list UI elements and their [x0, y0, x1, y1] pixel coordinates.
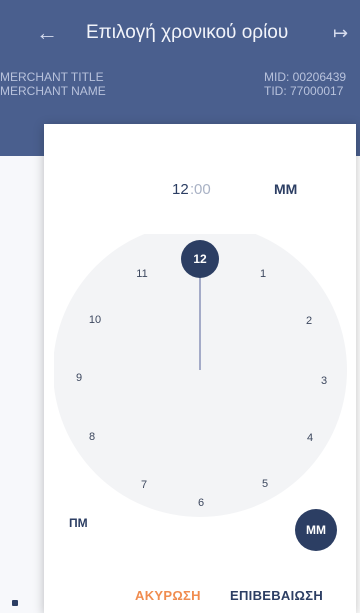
merchant-left: MERCHANT TITLE MERCHANT NAME [0, 70, 106, 98]
time-picker-dialog: 12 : 00 ΜΜ 12 1 2 3 4 5 6 7 8 9 10 11 ΠΜ… [44, 124, 356, 613]
confirm-button[interactable]: ΕΠΙΒΕΒΑΙΩΣΗ [230, 588, 323, 603]
clock-number-10[interactable]: 10 [89, 314, 101, 326]
clock-number-2[interactable]: 2 [306, 315, 312, 327]
clock-number-6[interactable]: 6 [198, 497, 204, 509]
toolbar: ← Επιλογή χρονικού ορίου ↦ [0, 0, 360, 64]
indicator-dot [12, 600, 18, 606]
hour-value[interactable]: 12 [172, 181, 189, 198]
clock-number-3[interactable]: 3 [321, 375, 327, 387]
clock-number-1[interactable]: 1 [260, 268, 266, 280]
clock-number-9[interactable]: 9 [76, 372, 82, 384]
merchant-name: MERCHANT NAME [0, 84, 106, 98]
clock-number-11[interactable]: 11 [136, 268, 147, 280]
merchant-ids: MID: 00206439 TID: 77000017 [264, 70, 346, 98]
clock-number-5[interactable]: 5 [262, 478, 268, 490]
minutes-value[interactable]: 00 [194, 181, 211, 198]
back-arrow-icon[interactable]: ← [36, 22, 58, 44]
merchant-mid: MID: 00206439 [264, 70, 347, 84]
pm-toggle[interactable]: ΠΜ [69, 516, 88, 530]
merchant-title: MERCHANT TITLE [0, 70, 104, 84]
merchant-info: MERCHANT TITLE MERCHANT NAME MID: 002064… [0, 70, 360, 110]
clock-number-12[interactable]: 12 [193, 252, 207, 266]
background-strip [0, 156, 44, 613]
exit-icon[interactable]: ↦ [333, 22, 348, 44]
am-toggle-selected[interactable]: ΜΜ [295, 509, 337, 551]
cancel-button[interactable]: ΑΚΥΡΩΣΗ [135, 588, 201, 603]
clock-number-8[interactable]: 8 [89, 431, 95, 443]
clock-dial[interactable]: 12 1 2 3 4 5 6 7 8 9 10 11 [54, 234, 354, 534]
merchant-tid: TID: 77000017 [264, 84, 344, 98]
period-indicator[interactable]: ΜΜ [274, 181, 297, 197]
time-display: 12 : 00 ΜΜ [44, 181, 356, 205]
clock-number-7[interactable]: 7 [141, 479, 147, 491]
clock-number-4[interactable]: 4 [307, 432, 313, 444]
page-title: Επιλογή χρονικού ορίου [86, 22, 289, 43]
dialog-actions: ΑΚΥΡΩΣΗ ΕΠΙΒΕΒΑΙΩΣΗ [44, 588, 356, 608]
